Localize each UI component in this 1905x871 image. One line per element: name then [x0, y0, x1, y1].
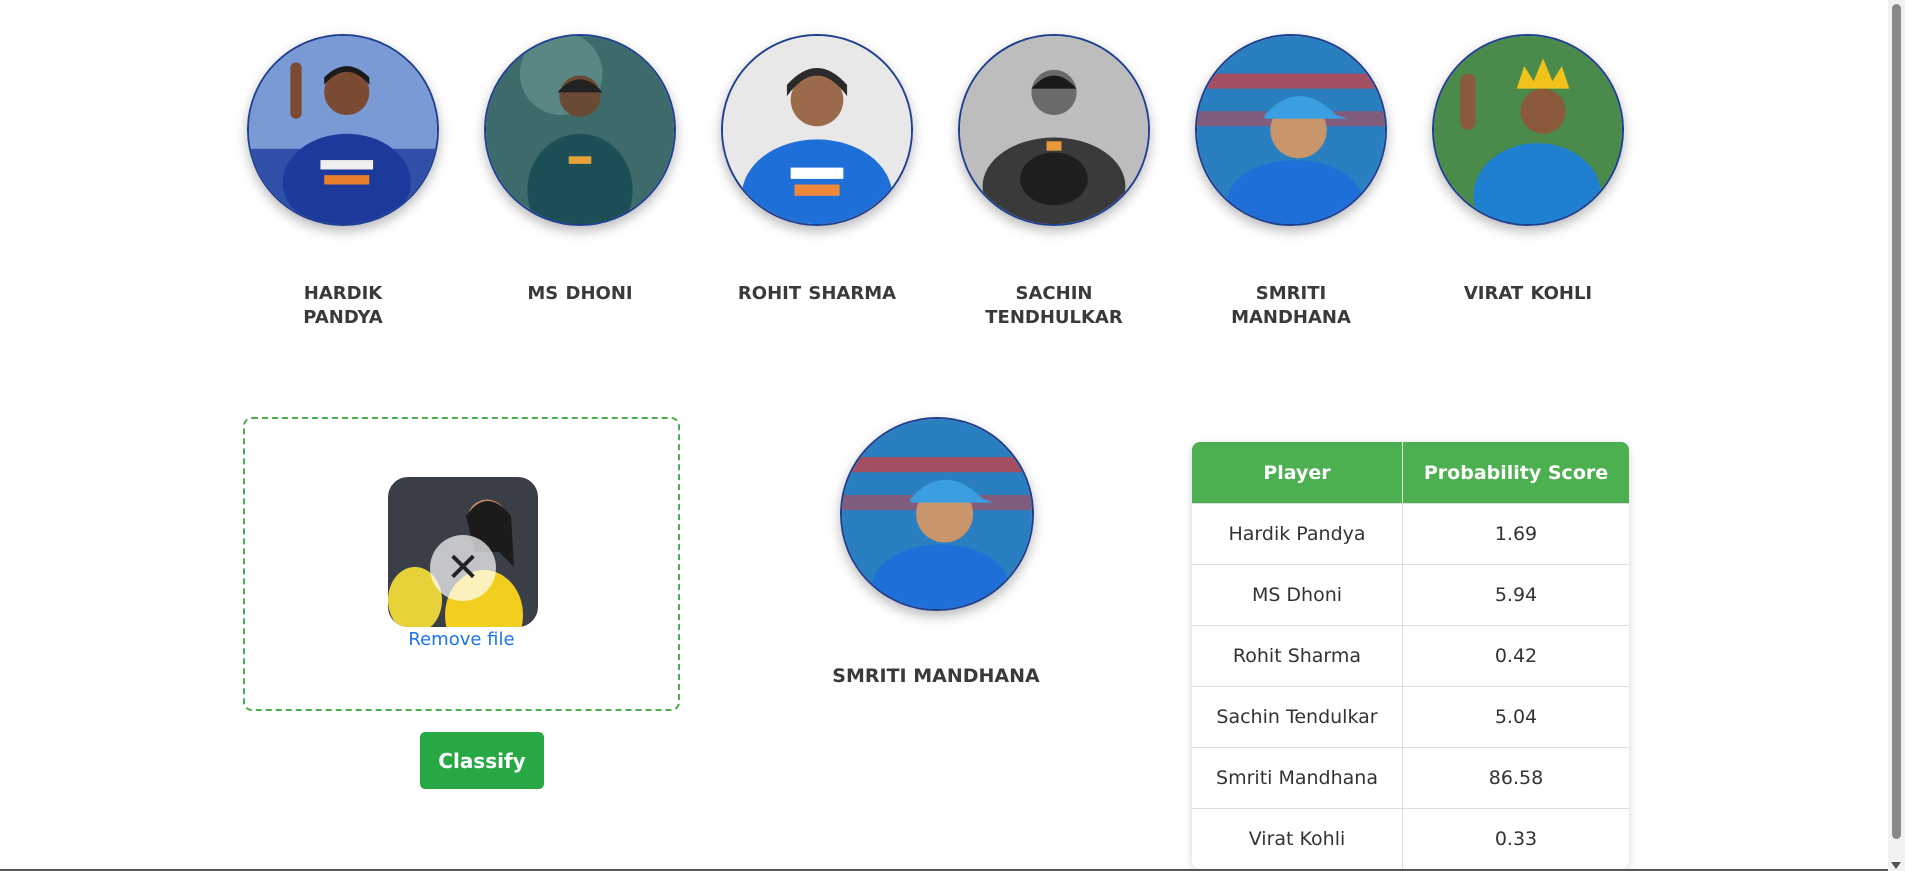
upload-dropzone[interactable]: ✕ Remove file: [243, 417, 680, 711]
hardik-pandya-photo: [249, 36, 437, 224]
player-name-virat-kohli: VIRAT KOHLI: [1463, 283, 1593, 304]
table-row: Virat Kohli 0.33: [1192, 808, 1629, 869]
predicted-player-name: SMRITI MANDHANA: [832, 665, 1040, 687]
avatar-ms-dhoni: [484, 34, 676, 226]
player-cell: Hardik Pandya: [1192, 503, 1403, 564]
result-avatar: [840, 417, 1034, 611]
remove-file-link[interactable]: Remove file: [245, 629, 678, 650]
score-cell: 0.42: [1403, 625, 1629, 686]
player-name-hardik-pandya: HARDIK PANDYA: [303, 283, 383, 328]
score-cell: 1.69: [1403, 503, 1629, 564]
scrollbar-thumb[interactable]: [1892, 4, 1901, 839]
player-name-sachin-tendulkar: SACHIN TENDHULKAR: [985, 283, 1123, 328]
sachin-tendulkar-photo: [960, 36, 1148, 224]
table-row: Rohit Sharma 0.42: [1192, 625, 1629, 686]
player-cell: Virat Kohli: [1192, 808, 1403, 869]
virat-kohli-photo: [1434, 36, 1622, 224]
table-row: MS Dhoni 5.94: [1192, 564, 1629, 625]
avatar-sachin-tendulkar: [958, 34, 1150, 226]
player-cell: Sachin Tendulkar: [1192, 686, 1403, 747]
score-cell: 5.04: [1403, 686, 1629, 747]
ms-dhoni-photo: [486, 36, 674, 224]
avatar-virat-kohli: [1432, 34, 1624, 226]
player-name-smriti-mandhana: SMRITI MANDHANA: [1231, 283, 1351, 328]
probability-table: Player Probability Score Hardik Pandya 1…: [1192, 442, 1629, 869]
score-cell: 5.94: [1403, 564, 1629, 625]
avatar-smriti-mandhana: [1195, 34, 1387, 226]
table-header-row: Player Probability Score: [1192, 442, 1629, 503]
player-cell: MS Dhoni: [1192, 564, 1403, 625]
avatar-rohit-sharma: [721, 34, 913, 226]
player-name-rohit-sharma: ROHIT SHARMA: [737, 283, 897, 304]
player-name-ms-dhoni: MS DHONI: [527, 283, 633, 304]
player-cell: Smriti Mandhana: [1192, 747, 1403, 808]
close-icon[interactable]: ✕: [430, 535, 496, 601]
player-cell: Rohit Sharma: [1192, 625, 1403, 686]
column-header-player: Player: [1192, 442, 1403, 503]
table-row: Hardik Pandya 1.69: [1192, 503, 1629, 564]
vertical-scrollbar[interactable]: [1888, 0, 1905, 871]
scroll-down-arrow-icon[interactable]: [1891, 862, 1901, 869]
avatar-hardik-pandya: [247, 34, 439, 226]
column-header-probability: Probability Score: [1403, 442, 1629, 503]
table-row: Sachin Tendulkar 5.04: [1192, 686, 1629, 747]
score-cell: 0.33: [1403, 808, 1629, 869]
smriti-mandhana-photo: [842, 419, 1032, 609]
classify-button[interactable]: Classify: [420, 732, 544, 789]
rohit-sharma-photo: [723, 36, 911, 224]
smriti-mandhana-photo: [1197, 36, 1385, 224]
table-row: Smriti Mandhana 86.58: [1192, 747, 1629, 808]
score-cell: 86.58: [1403, 747, 1629, 808]
